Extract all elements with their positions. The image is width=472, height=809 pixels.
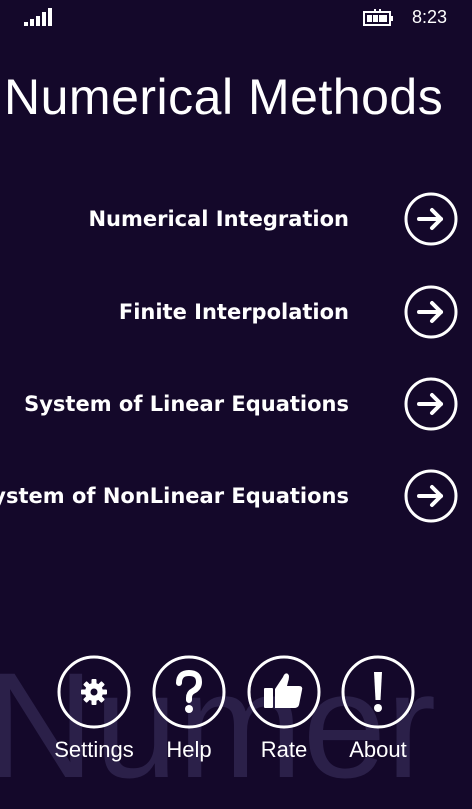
menu-item-label: System of NonLinear Equations [0, 484, 349, 508]
help-label: Help [166, 737, 212, 762]
arrow-right-circle-icon[interactable] [404, 285, 458, 339]
arrow-right-circle-icon[interactable] [404, 192, 458, 246]
menu-item-linear-equations[interactable]: System of Linear Equations [0, 374, 472, 434]
menu-item-finite-interpolation[interactable]: Finite Interpolation [0, 282, 472, 342]
menu-item-label: Numerical Integration [88, 207, 349, 231]
thumbs-up-icon [247, 655, 321, 729]
menu-item-nonlinear-equations[interactable]: System of NonLinear Equations [0, 466, 472, 526]
settings-label: Settings [54, 737, 134, 762]
exclamation-icon [341, 655, 415, 729]
signal-bars-icon [24, 8, 52, 26]
about-label: About [349, 737, 407, 762]
rate-button[interactable]: Rate [234, 652, 334, 772]
menu-item-label: System of Linear Equations [24, 392, 349, 416]
page-title: Numerical Methods [4, 69, 444, 125]
menu-item-label: Finite Interpolation [118, 300, 349, 324]
question-mark-icon [152, 655, 226, 729]
help-button[interactable]: Help [139, 652, 239, 772]
arrow-right-circle-icon[interactable] [404, 377, 458, 431]
status-bar: 8:23 [0, 0, 472, 34]
status-time: 8:23 [412, 7, 448, 27]
battery-charging-icon [363, 9, 393, 26]
settings-button[interactable]: Settings [44, 652, 144, 772]
gear-icon [57, 655, 131, 729]
arrow-right-circle-icon[interactable] [404, 469, 458, 523]
menu-item-numerical-integration[interactable]: Numerical Integration [0, 189, 472, 249]
about-button[interactable]: About [328, 652, 428, 772]
rate-label: Rate [260, 737, 308, 762]
